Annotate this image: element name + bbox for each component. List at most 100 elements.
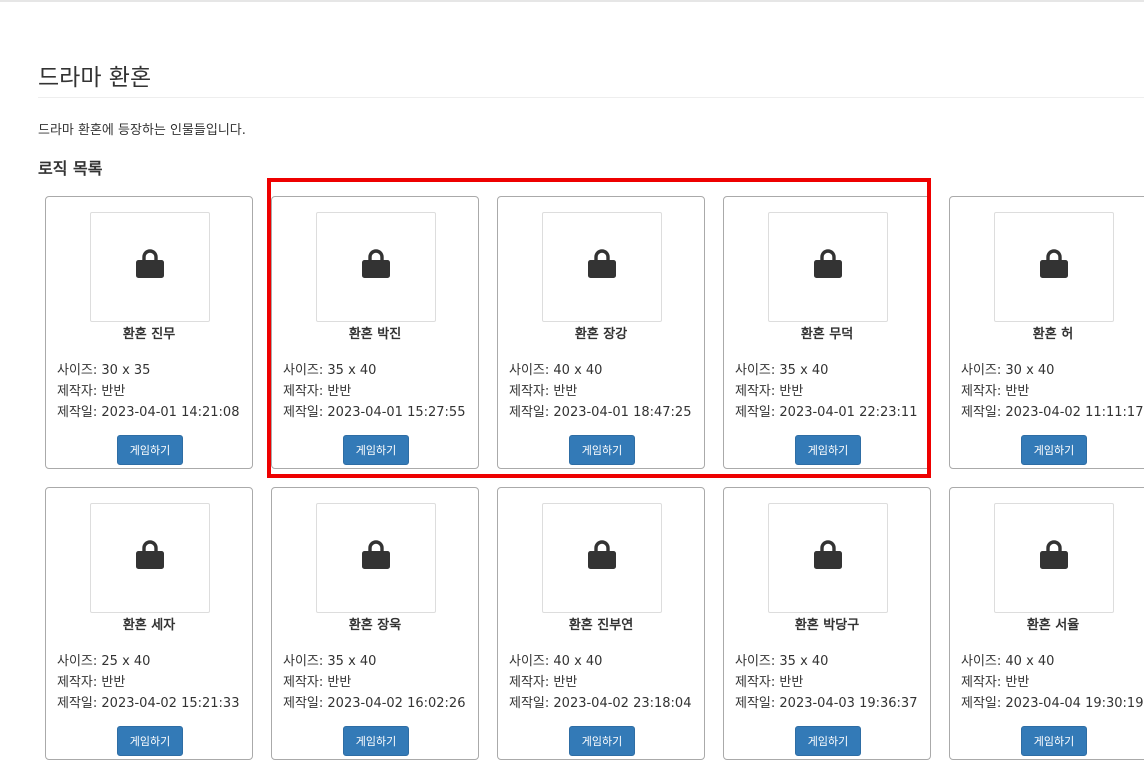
card-maker: 제작자: 반반 xyxy=(509,380,577,399)
card-size: 사이즈: 35 x 40 xyxy=(735,650,828,669)
size-value: 35 x 40 xyxy=(327,654,377,669)
maker-label: 제작자: xyxy=(283,675,328,690)
card-thumbnail[interactable] xyxy=(542,503,662,613)
card-maker: 제작자: 반반 xyxy=(283,380,351,399)
card-size: 사이즈: 30 x 35 xyxy=(57,359,150,378)
size-value: 25 x 40 xyxy=(101,654,151,669)
play-button[interactable]: 게임하기 xyxy=(569,726,635,756)
maker-label: 제작자: xyxy=(57,675,102,690)
date-value: 2023-04-02 11:11:17 xyxy=(1005,405,1144,420)
date-label: 제작일: xyxy=(961,405,1006,420)
date-label: 제작일: xyxy=(283,405,328,420)
card-thumbnail[interactable] xyxy=(994,503,1114,613)
maker-label: 제작자: xyxy=(509,384,554,399)
play-button[interactable]: 게임하기 xyxy=(117,726,183,756)
card-thumbnail[interactable] xyxy=(90,212,210,322)
logic-card: 환혼 박당구 사이즈: 35 x 40 제작자: 반반 제작일: 2023-04… xyxy=(723,487,931,760)
logic-card: 환혼 진부연 사이즈: 40 x 40 제작자: 반반 제작일: 2023-04… xyxy=(497,487,705,760)
card-title: 환혼 무덕 xyxy=(800,327,854,342)
date-label: 제작일: xyxy=(509,405,554,420)
date-label: 제작일: xyxy=(735,696,780,711)
maker-value: 반반 xyxy=(779,384,804,399)
date-label: 제작일: xyxy=(283,696,328,711)
card-title: 환혼 장강 xyxy=(574,327,628,342)
logic-card: 환혼 무덕 사이즈: 35 x 40 제작자: 반반 제작일: 2023-04-… xyxy=(723,196,931,469)
date-value: 2023-04-02 16:02:26 xyxy=(327,696,466,711)
logic-card: 환혼 서율 사이즈: 40 x 40 제작자: 반반 제작일: 2023-04-… xyxy=(949,487,1144,760)
card-date: 제작일: 2023-04-01 18:47:25 xyxy=(509,401,691,420)
card-thumbnail[interactable] xyxy=(316,212,436,322)
card-date: 제작일: 2023-04-02 23:18:04 xyxy=(509,692,691,711)
lock-icon xyxy=(362,540,390,569)
card-maker: 제작자: 반반 xyxy=(57,671,125,690)
card-grid: 환혼 진무 사이즈: 30 x 35 제작자: 반반 제작일: 2023-04-… xyxy=(45,196,1144,778)
maker-value: 반반 xyxy=(327,384,352,399)
logic-card: 환혼 세자 사이즈: 25 x 40 제작자: 반반 제작일: 2023-04-… xyxy=(45,487,253,760)
top-divider xyxy=(0,0,1144,2)
card-maker: 제작자: 반반 xyxy=(961,671,1029,690)
play-button[interactable]: 게임하기 xyxy=(343,726,409,756)
card-date: 제작일: 2023-04-04 19:30:19 xyxy=(961,692,1143,711)
date-value: 2023-04-01 15:27:55 xyxy=(327,405,466,420)
card-maker: 제작자: 반반 xyxy=(735,671,803,690)
lock-icon xyxy=(136,540,164,569)
lock-icon xyxy=(588,249,616,278)
card-title: 환혼 진무 xyxy=(122,327,176,342)
play-button[interactable]: 게임하기 xyxy=(343,435,409,465)
maker-value: 반반 xyxy=(553,675,578,690)
maker-label: 제작자: xyxy=(735,384,780,399)
play-button[interactable]: 게임하기 xyxy=(1021,726,1087,756)
title-divider xyxy=(38,97,1144,98)
size-label: 사이즈: xyxy=(283,654,328,669)
play-button[interactable]: 게임하기 xyxy=(569,435,635,465)
logic-card: 환혼 진무 사이즈: 30 x 35 제작자: 반반 제작일: 2023-04-… xyxy=(45,196,253,469)
play-button[interactable]: 게임하기 xyxy=(1021,435,1087,465)
page-title: 드라마 환혼 xyxy=(38,65,152,91)
date-label: 제작일: xyxy=(57,405,102,420)
card-size: 사이즈: 40 x 40 xyxy=(509,359,602,378)
card-thumbnail[interactable] xyxy=(768,212,888,322)
card-title: 환혼 박당구 xyxy=(794,618,860,633)
lock-icon xyxy=(1040,540,1068,569)
maker-value: 반반 xyxy=(779,675,804,690)
card-title: 환혼 세자 xyxy=(122,618,176,633)
card-thumbnail[interactable] xyxy=(542,212,662,322)
size-value: 30 x 35 xyxy=(101,363,151,378)
card-title: 환혼 허 xyxy=(1032,327,1074,342)
size-value: 35 x 40 xyxy=(779,654,829,669)
play-button[interactable]: 게임하기 xyxy=(117,435,183,465)
maker-label: 제작자: xyxy=(509,675,554,690)
date-value: 2023-04-01 22:23:11 xyxy=(779,405,918,420)
card-date: 제작일: 2023-04-03 19:36:37 xyxy=(735,692,917,711)
card-thumbnail[interactable] xyxy=(90,503,210,613)
date-value: 2023-04-03 19:36:37 xyxy=(779,696,918,711)
lock-icon xyxy=(814,540,842,569)
size-label: 사이즈: xyxy=(961,363,1006,378)
date-value: 2023-04-04 19:30:19 xyxy=(1005,696,1144,711)
date-value: 2023-04-01 14:21:08 xyxy=(101,405,240,420)
card-thumbnail[interactable] xyxy=(316,503,436,613)
play-button[interactable]: 게임하기 xyxy=(795,435,861,465)
date-label: 제작일: xyxy=(509,696,554,711)
card-title: 환혼 장욱 xyxy=(348,618,402,633)
card-size: 사이즈: 30 x 40 xyxy=(961,359,1054,378)
maker-value: 반반 xyxy=(101,675,126,690)
card-date: 제작일: 2023-04-02 15:21:33 xyxy=(57,692,239,711)
card-maker: 제작자: 반반 xyxy=(961,380,1029,399)
card-date: 제작일: 2023-04-02 16:02:26 xyxy=(283,692,465,711)
maker-label: 제작자: xyxy=(735,675,780,690)
card-thumbnail[interactable] xyxy=(768,503,888,613)
play-button[interactable]: 게임하기 xyxy=(795,726,861,756)
card-maker: 제작자: 반반 xyxy=(283,671,351,690)
lock-icon xyxy=(588,540,616,569)
size-value: 40 x 40 xyxy=(553,363,603,378)
logic-card: 환혼 장강 사이즈: 40 x 40 제작자: 반반 제작일: 2023-04-… xyxy=(497,196,705,469)
card-title: 환혼 진부연 xyxy=(568,618,634,633)
maker-label: 제작자: xyxy=(961,675,1006,690)
date-label: 제작일: xyxy=(961,696,1006,711)
card-thumbnail[interactable] xyxy=(994,212,1114,322)
logic-card: 환혼 박진 사이즈: 35 x 40 제작자: 반반 제작일: 2023-04-… xyxy=(271,196,479,469)
lock-icon xyxy=(814,249,842,278)
date-value: 2023-04-01 18:47:25 xyxy=(553,405,692,420)
card-size: 사이즈: 35 x 40 xyxy=(735,359,828,378)
